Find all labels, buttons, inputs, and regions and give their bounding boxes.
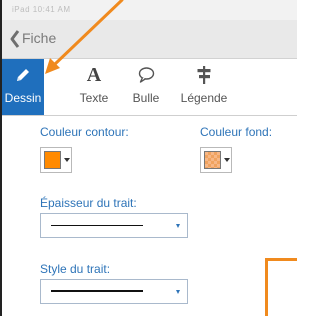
line-sample [51,225,143,226]
speech-bubble-icon [126,65,166,85]
stroke-color-swatch [44,151,61,169]
tool-label: Légende [180,91,228,105]
thickness-select[interactable] [40,213,188,238]
chevron-down-icon [176,290,180,294]
annotation-frame [265,258,297,261]
stroke-color-label: Couleur contour: [40,125,129,139]
style-label: Style du trait: [40,262,111,276]
stroke-color-picker[interactable] [40,147,72,173]
thickness-label: Épaisseur du trait: [40,196,137,210]
tool-dessin[interactable]: Dessin [2,59,44,115]
signpost-icon [175,65,233,85]
pencil-icon [2,65,44,85]
letter-a-icon: A [86,64,102,86]
back-button[interactable]: Fiche [22,30,56,46]
chevron-down-icon [64,158,70,162]
nav-bar: Fiche [2,20,297,59]
tool-texte[interactable]: A Texte [74,59,114,115]
tool-legende[interactable]: Légende [175,59,233,115]
chevron-down-icon [224,158,230,162]
tool-bar: Dessin A Texte Bulle Légende [2,59,297,116]
tool-bulle[interactable]: Bulle [126,59,166,115]
tool-label: Bulle [132,91,160,105]
fill-color-label: Couleur fond: [200,125,273,139]
back-chevron-icon[interactable] [10,30,20,53]
annotation-frame [265,258,268,316]
tool-label: Dessin [4,91,42,105]
status-text: iPad 10:41 AM [12,5,71,14]
chevron-down-icon [176,224,180,228]
fill-color-swatch [204,151,221,169]
status-bar: iPad 10:41 AM [2,0,297,20]
fill-color-picker[interactable] [200,147,232,173]
tool-label: Texte [79,91,109,105]
line-sample [51,290,143,292]
style-select[interactable] [40,279,188,304]
